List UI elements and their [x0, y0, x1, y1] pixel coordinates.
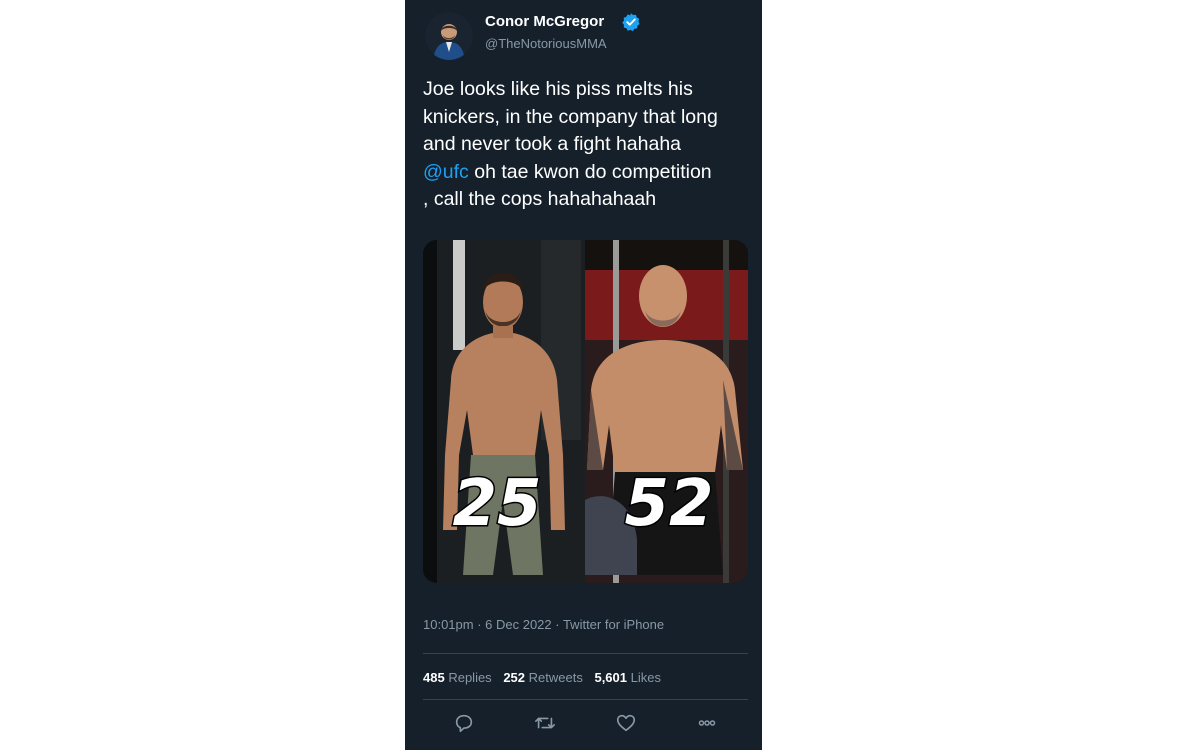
tweet-text-line: and never took a fight hahaha — [423, 133, 682, 155]
replies-stat[interactable]: 485 Replies — [423, 670, 492, 685]
likes-count: 5,601 — [594, 670, 628, 685]
retweets-stat[interactable]: 252 Retweets — [503, 670, 583, 685]
reply-button[interactable] — [447, 706, 481, 740]
replies-label: Replies — [448, 670, 492, 685]
avatar-image — [425, 12, 473, 60]
likes-stat[interactable]: 5,601 Likes — [594, 670, 661, 685]
age-label-right: 52 — [624, 467, 713, 541]
tweet-text-line: , call the cops hahahahaah — [423, 188, 657, 210]
avatar[interactable] — [425, 12, 473, 60]
age-label-left: 25 — [452, 467, 541, 541]
divider — [423, 653, 748, 654]
tweet-media-image[interactable]: 25 52 — [423, 240, 748, 583]
author-name[interactable]: Conor McGregor — [485, 13, 604, 30]
like-button[interactable] — [609, 706, 643, 740]
verified-badge-icon — [622, 13, 640, 32]
divider — [423, 699, 748, 700]
retweet-icon — [535, 717, 555, 729]
reply-icon — [455, 714, 473, 733]
likes-label: Likes — [630, 670, 661, 685]
tweet-text-line: knickers, in the company that long — [423, 105, 718, 128]
retweets-label: Retweets — [528, 670, 583, 685]
tweet-timestamp[interactable]: 10:01pm · 6 Dec 2022 · Twitter for iPhon… — [423, 617, 664, 632]
retweet-button[interactable] — [528, 706, 562, 740]
tweet-card: Conor McGregor @TheNotoriousMMA Joe look… — [405, 0, 762, 750]
tweet-text-line: Joe looks like his piss melts his — [423, 78, 693, 100]
tweet-text: Joe looks like his piss melts his knicke… — [423, 76, 753, 214]
like-icon — [616, 714, 636, 732]
more-icon — [698, 720, 716, 726]
replies-count: 485 — [423, 670, 445, 685]
more-button[interactable] — [690, 706, 724, 740]
comparison-photo: 25 52 — [423, 240, 748, 583]
author-handle[interactable]: @TheNotoriousMMA — [485, 36, 607, 51]
retweets-count: 252 — [503, 670, 526, 685]
tweet-text-line: @ufc oh tae kwon do competition — [423, 159, 753, 187]
tweet-stats: 485 Replies 252 Retweets 5,601 Likes — [423, 670, 669, 685]
mention-link-ufc[interactable]: @ufc — [423, 161, 469, 183]
tweet-actions — [405, 706, 762, 740]
tweet-text-segment: oh tae kwon do competition — [468, 160, 712, 183]
